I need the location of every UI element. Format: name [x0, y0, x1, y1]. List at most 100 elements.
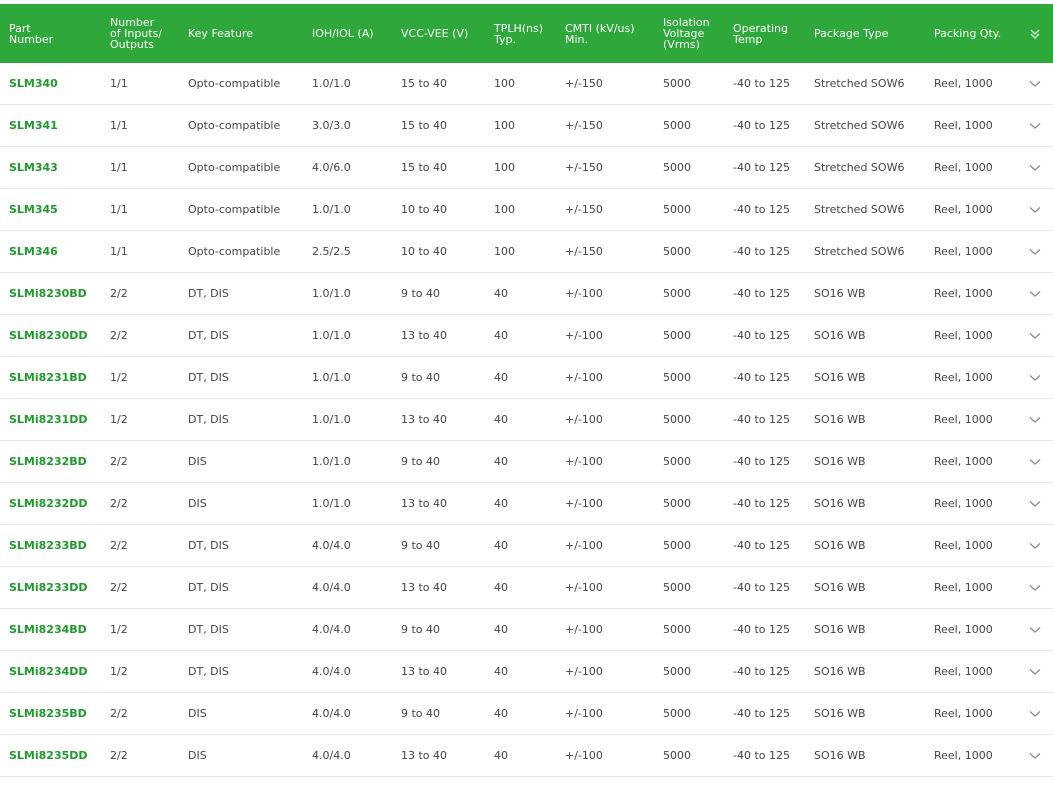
cell-key-feature: DT, DIS	[188, 329, 229, 342]
cell-cmti: +/-100	[565, 749, 603, 762]
part-number-link[interactable]: SLMi8231DD	[9, 399, 88, 440]
cell-cmti: +/-100	[565, 539, 603, 552]
cell-operating-temp: -40 to 125	[733, 371, 790, 384]
cell-ioh-iol: 1.0/1.0	[312, 497, 351, 510]
chevron-down-icon[interactable]	[1028, 315, 1042, 356]
chevron-down-icon[interactable]	[1028, 525, 1042, 566]
cell-key-feature: Opto-compatible	[188, 119, 281, 132]
part-number-link[interactable]: SLMi8234DD	[9, 651, 88, 692]
cell-key-feature: Opto-compatible	[188, 161, 281, 174]
chevron-down-icon[interactable]	[1028, 735, 1042, 776]
part-number-link[interactable]: SLMi8234BD	[9, 609, 87, 650]
cell-ioh-iol: 1.0/1.0	[312, 77, 351, 90]
cell-inputs-outputs: 1/2	[110, 371, 128, 384]
cell-package-type: SO16 WB	[814, 497, 866, 510]
part-number-link[interactable]: SLMi8230DD	[9, 315, 88, 356]
chevron-down-icon[interactable]	[1028, 693, 1042, 734]
product-table-page: Part Number Number of Inputs/ Outputs Key …	[0, 0, 1053, 790]
cell-package-type: Stretched SOW6	[814, 119, 905, 132]
chevron-down-icon[interactable]	[1028, 651, 1042, 692]
part-number-link[interactable]: SLM343	[9, 147, 58, 188]
cell-ioh-iol: 4.0/4.0	[312, 707, 351, 720]
cell-inputs-outputs: 1/1	[110, 245, 128, 258]
cell-operating-temp: -40 to 125	[733, 581, 790, 594]
cell-cmti: +/-100	[565, 665, 603, 678]
cell-package-type: SO16 WB	[814, 413, 866, 426]
chevron-down-icon[interactable]	[1028, 441, 1042, 482]
table-row: SLM346 1/1 Opto-compatible 2.5/2.5 10 to 40 1…	[0, 231, 1053, 273]
part-number-link[interactable]: SLM345	[9, 189, 58, 230]
cell-tplh: 40	[494, 749, 508, 762]
cell-cmti: +/-100	[565, 329, 603, 342]
cell-cmti: +/-100	[565, 455, 603, 468]
cell-isolation-voltage: 5000	[663, 77, 691, 90]
part-number-link[interactable]: SLM346	[9, 231, 58, 272]
expand-all-icon[interactable]	[1028, 4, 1042, 63]
cell-isolation-voltage: 5000	[663, 623, 691, 636]
chevron-down-icon[interactable]	[1028, 399, 1042, 440]
cell-package-type: Stretched SOW6	[814, 203, 905, 216]
chevron-down-icon[interactable]	[1028, 273, 1042, 314]
part-number-link[interactable]: SLMi8230BD	[9, 273, 87, 314]
cell-tplh: 40	[494, 707, 508, 720]
chevron-down-icon[interactable]	[1028, 63, 1042, 104]
cell-operating-temp: -40 to 125	[733, 455, 790, 468]
cell-ioh-iol: 4.0/4.0	[312, 749, 351, 762]
part-number-link[interactable]: SLMi8235BD	[9, 693, 87, 734]
cell-inputs-outputs: 2/2	[110, 539, 128, 552]
cell-packing-qty: Reel, 1000	[934, 707, 993, 720]
part-number-link[interactable]: SLMi8232BD	[9, 441, 87, 482]
cell-key-feature: DT, DIS	[188, 539, 229, 552]
column-header-vcc-vee: VCC-VEE (V)	[401, 27, 469, 40]
cell-ioh-iol: 4.0/4.0	[312, 581, 351, 594]
part-number-link[interactable]: SLMi8232DD	[9, 483, 88, 524]
cell-cmti: +/-150	[565, 161, 603, 174]
cell-tplh: 100	[494, 161, 515, 174]
table-row: SLMi8231DD 1/2 DT, DIS 1.0/1.0 13 to 40 40 +/-…	[0, 399, 1053, 441]
cell-tplh: 40	[494, 329, 508, 342]
chevron-down-icon[interactable]	[1028, 483, 1042, 524]
part-number-link[interactable]: SLMi8233BD	[9, 525, 87, 566]
cell-packing-qty: Reel, 1000	[934, 539, 993, 552]
chevron-down-icon[interactable]	[1028, 567, 1042, 608]
cell-inputs-outputs: 1/2	[110, 623, 128, 636]
cell-inputs-outputs: 2/2	[110, 581, 128, 594]
cell-key-feature: DT, DIS	[188, 413, 229, 426]
cell-package-type: Stretched SOW6	[814, 77, 905, 90]
cell-key-feature: DT, DIS	[188, 371, 229, 384]
column-header-inputs-outputs: Number of Inputs/ Outputs	[110, 16, 163, 51]
cell-packing-qty: Reel, 1000	[934, 161, 993, 174]
chevron-down-icon[interactable]	[1028, 105, 1042, 146]
cell-inputs-outputs: 2/2	[110, 497, 128, 510]
chevron-down-icon[interactable]	[1028, 189, 1042, 230]
cell-key-feature: DT, DIS	[188, 665, 229, 678]
column-header-cmti: CMTI (kV/us) Min.	[565, 21, 635, 46]
cell-inputs-outputs: 1/1	[110, 161, 128, 174]
chevron-down-icon[interactable]	[1028, 231, 1042, 272]
cell-tplh: 40	[494, 581, 508, 594]
part-number-link[interactable]: SLMi8231BD	[9, 357, 87, 398]
cell-packing-qty: Reel, 1000	[934, 287, 993, 300]
cell-ioh-iol: 1.0/1.0	[312, 287, 351, 300]
cell-isolation-voltage: 5000	[663, 203, 691, 216]
cell-operating-temp: -40 to 125	[733, 329, 790, 342]
cell-tplh: 100	[494, 77, 515, 90]
cell-operating-temp: -40 to 125	[733, 203, 790, 216]
cell-ioh-iol: 1.0/1.0	[312, 329, 351, 342]
part-number-link[interactable]: SLMi8235DD	[9, 735, 88, 776]
cell-vcc-vee: 10 to 40	[401, 245, 448, 258]
cell-inputs-outputs: 1/1	[110, 77, 128, 90]
part-number-link[interactable]: SLM341	[9, 105, 58, 146]
table-row: SLMi8234BD 1/2 DT, DIS 4.0/4.0 9 to 40 40 +/-1…	[0, 609, 1053, 651]
chevron-down-icon[interactable]	[1028, 147, 1042, 188]
cell-vcc-vee: 9 to 40	[401, 707, 441, 720]
column-header-operating-temp: Operating Temp	[733, 21, 788, 46]
cell-operating-temp: -40 to 125	[733, 413, 790, 426]
cell-isolation-voltage: 5000	[663, 287, 691, 300]
cell-package-type: SO16 WB	[814, 665, 866, 678]
part-number-link[interactable]: SLM340	[9, 63, 58, 104]
part-number-link[interactable]: SLMi8233DD	[9, 567, 88, 608]
chevron-down-icon[interactable]	[1028, 609, 1042, 650]
table-row: SLM341 1/1 Opto-compatible 3.0/3.0 15 to 40 1…	[0, 105, 1053, 147]
chevron-down-icon[interactable]	[1028, 357, 1042, 398]
